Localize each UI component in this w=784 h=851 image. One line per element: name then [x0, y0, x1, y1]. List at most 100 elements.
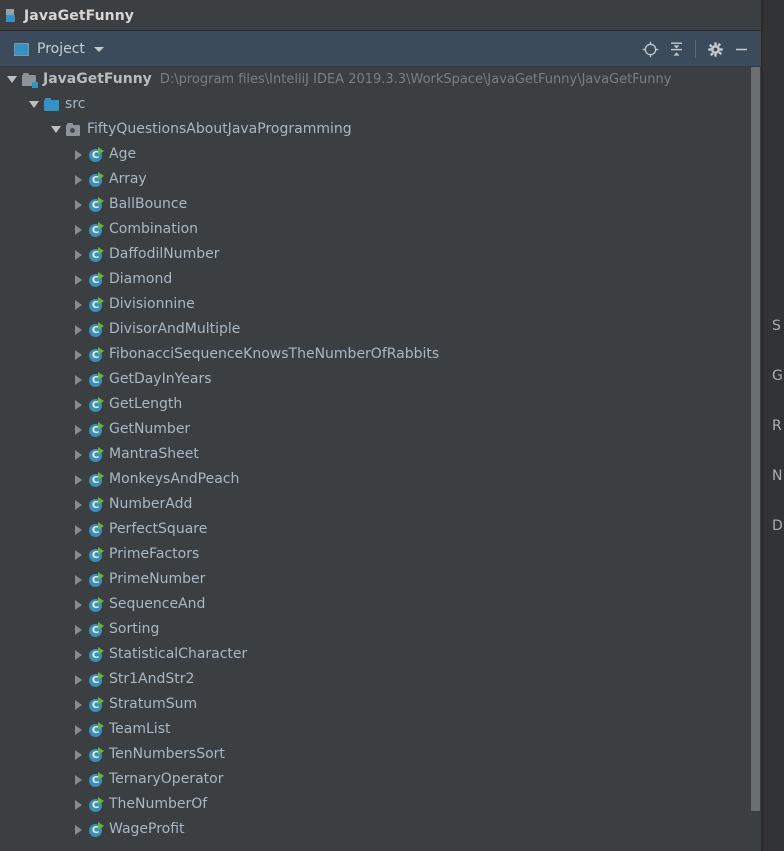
chevron-right-icon[interactable]	[71, 492, 85, 517]
tab-project-label: Project	[37, 41, 85, 57]
java-class-icon: C	[88, 821, 104, 838]
chevron-right-icon[interactable]	[71, 417, 85, 442]
chevron-right-icon[interactable]	[71, 442, 85, 467]
window-title: JavaGetFunny	[24, 7, 135, 24]
tree-row[interactable]: C PrimeFactors	[71, 542, 199, 567]
tree-row[interactable]: FiftyQuestionsAboutJavaProgramming	[49, 117, 352, 142]
tree-row[interactable]: C TheNumberOf	[71, 792, 207, 817]
chevron-right-icon[interactable]	[71, 817, 85, 842]
project-tool-window: JavaGetFunny Project JavaGetFunny D:\pro…	[0, 0, 762, 851]
vertical-scrollbar-thumb[interactable]	[751, 67, 760, 811]
tree-row[interactable]: C NumberAdd	[71, 492, 192, 517]
java-class-icon: C	[88, 321, 104, 338]
java-class-icon: C	[88, 271, 104, 288]
tree-row[interactable]: C DivisorAndMultiple	[71, 317, 240, 342]
chevron-right-icon[interactable]	[71, 367, 85, 392]
chevron-right-icon[interactable]	[71, 617, 85, 642]
tree-row[interactable]: C PerfectSquare	[71, 517, 207, 542]
tree-row-label: MonkeysAndPeach	[109, 471, 240, 487]
tree-row[interactable]: C Divisionnine	[71, 292, 195, 317]
chevron-right-icon[interactable]	[71, 467, 85, 492]
chevron-right-icon[interactable]	[71, 317, 85, 342]
tree-row[interactable]: C GetNumber	[71, 417, 190, 442]
tree-row[interactable]: C Combination	[71, 217, 198, 242]
tree-row[interactable]: C StatisticalCharacter	[71, 642, 247, 667]
java-class-icon: C	[88, 621, 104, 638]
java-class-icon: C	[88, 296, 104, 313]
chevron-right-icon[interactable]	[71, 242, 85, 267]
chevron-down-icon[interactable]	[5, 67, 19, 92]
chevron-right-icon[interactable]	[71, 642, 85, 667]
chevron-right-icon[interactable]	[71, 592, 85, 617]
tree-row[interactable]: C Str1AndStr2	[71, 667, 194, 692]
tree-row[interactable]: C DaffodilNumber	[71, 242, 219, 267]
tree-row[interactable]: C Array	[71, 167, 147, 192]
tree-row[interactable]: C BallBounce	[71, 192, 187, 217]
collapse-all-button[interactable]	[663, 36, 689, 62]
hide-icon	[735, 48, 747, 50]
hide-button[interactable]	[728, 36, 754, 62]
chevron-right-icon[interactable]	[71, 192, 85, 217]
tree-row[interactable]: C MonkeysAndPeach	[71, 467, 239, 492]
java-class-icon: C	[88, 496, 104, 513]
background-list-item: N	[772, 468, 783, 484]
chevron-right-icon[interactable]	[71, 392, 85, 417]
tree-row-label: GetDayInYears	[109, 371, 212, 387]
vertical-scrollbar[interactable]	[750, 67, 761, 851]
tree-row[interactable]: C FibonacciSequenceKnowsTheNumberOfRabbit…	[71, 342, 439, 367]
collapse-all-icon	[670, 42, 682, 56]
settings-button[interactable]	[702, 36, 728, 62]
chevron-right-icon[interactable]	[71, 792, 85, 817]
chevron-down-icon[interactable]	[49, 117, 63, 142]
tree-row[interactable]: JavaGetFunny D:\program files\IntelliJ ID…	[5, 67, 671, 92]
chevron-down-icon[interactable]	[93, 46, 104, 52]
tree-row-label: StatisticalCharacter	[109, 646, 248, 662]
tree-row[interactable]: C GetDayInYears	[71, 367, 212, 392]
select-opened-file-button[interactable]	[637, 36, 663, 62]
tree-row-label: Array	[109, 171, 147, 187]
tree-row[interactable]: C Diamond	[71, 267, 172, 292]
tree-row[interactable]: C MantraSheet	[71, 442, 199, 467]
background-list-item: S	[772, 318, 781, 334]
tree-row-label: Divisionnine	[109, 296, 195, 312]
chevron-right-icon[interactable]	[71, 517, 85, 542]
tree-row[interactable]: C StratumSum	[71, 692, 197, 717]
chevron-right-icon[interactable]	[71, 292, 85, 317]
chevron-right-icon[interactable]	[71, 692, 85, 717]
chevron-right-icon[interactable]	[71, 217, 85, 242]
java-class-icon: C	[88, 221, 104, 238]
tree-row[interactable]: C TenNumbersSort	[71, 742, 225, 767]
tree-row-label: WageProfit	[109, 821, 185, 837]
tree-row[interactable]: C WageProfit	[71, 817, 185, 842]
chevron-right-icon[interactable]	[71, 542, 85, 567]
chevron-right-icon[interactable]	[71, 567, 85, 592]
tree-row[interactable]: C TernaryOperator	[71, 767, 223, 792]
java-class-icon: C	[88, 371, 104, 388]
chevron-down-icon[interactable]	[27, 92, 41, 117]
chevron-right-icon[interactable]	[71, 167, 85, 192]
chevron-right-icon[interactable]	[71, 767, 85, 792]
chevron-right-icon[interactable]	[71, 267, 85, 292]
tree-row-label: DaffodilNumber	[109, 246, 220, 262]
tree-row[interactable]: src	[27, 92, 85, 117]
chevron-right-icon[interactable]	[71, 667, 85, 692]
chevron-right-icon[interactable]	[71, 342, 85, 367]
project-tree[interactable]: JavaGetFunny D:\program files\IntelliJ ID…	[0, 67, 762, 851]
tree-row[interactable]: C Sorting	[71, 617, 159, 642]
java-class-icon: C	[88, 146, 104, 163]
tree-row[interactable]: C TeamList	[71, 717, 170, 742]
settings-gear-icon	[707, 41, 723, 57]
tree-row-label: PrimeNumber	[109, 571, 206, 587]
chevron-right-icon[interactable]	[71, 142, 85, 167]
tree-row[interactable]: C PrimeNumber	[71, 567, 205, 592]
chevron-right-icon[interactable]	[71, 742, 85, 767]
tree-row[interactable]: C SequenceAnd	[71, 592, 205, 617]
tree-row-label: Str1AndStr2	[109, 671, 195, 687]
tree-row[interactable]: C Age	[71, 142, 136, 167]
java-class-icon: C	[88, 171, 104, 188]
tree-row-label: JavaGetFunny	[43, 71, 152, 87]
chevron-right-icon[interactable]	[71, 717, 85, 742]
java-class-icon: C	[88, 696, 104, 713]
tab-project[interactable]: Project	[0, 31, 116, 67]
tree-row[interactable]: C GetLength	[71, 392, 182, 417]
